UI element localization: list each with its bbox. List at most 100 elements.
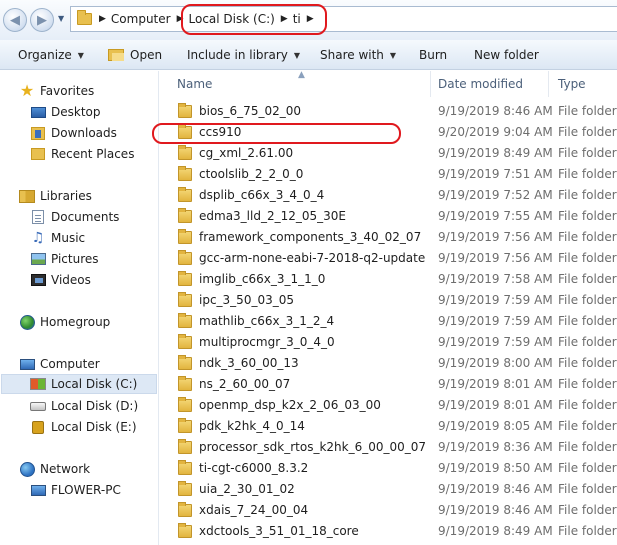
nav-label: Recent Places	[51, 147, 135, 161]
open-button[interactable]: Open	[108, 48, 162, 62]
table-row[interactable]: xdais_7_24_00_04 9/19/2019 8:46 AM File fo…	[159, 500, 617, 521]
table-row[interactable]: bios_6_75_02_00 9/19/2019 8:46 AM File fol…	[159, 101, 617, 122]
file-date-modified: 9/19/2019 7:59 AM	[438, 335, 553, 349]
folder-icon	[178, 313, 192, 328]
nav-music[interactable]: ♫ Music	[30, 228, 85, 248]
file-name: cg_xml_2.61.00	[199, 146, 294, 160]
file-date-modified: 9/19/2019 7:59 AM	[438, 314, 553, 328]
table-row[interactable]: cg_xml_2.61.00 9/19/2019 8:49 AM File fold…	[159, 143, 617, 164]
nav-label: Music	[51, 231, 86, 245]
libraries-icon	[19, 189, 35, 203]
command-bar: Organize ▼ Open Include in library ▼ Share…	[0, 40, 617, 70]
share-with-label: Share with	[320, 48, 384, 62]
chevron-right-icon[interactable]: ▶	[307, 14, 314, 24]
table-row[interactable]: pdk_k2hk_4_0_14 9/19/2019 8:05 AM File fol…	[159, 416, 617, 437]
burn-button[interactable]: Burn	[419, 48, 447, 62]
breadcrumb-ti[interactable]: ti	[293, 12, 301, 26]
table-row[interactable]: dsplib_c66x_3_4_0_4 9/19/2019 7:52 AM File…	[159, 185, 617, 206]
file-name: edma3_lld_2_12_05_30E	[199, 209, 346, 223]
file-date-modified: 9/19/2019 7:58 AM	[438, 272, 553, 286]
share-with-button[interactable]: Share with ▼	[320, 48, 396, 62]
nav-computer[interactable]: Computer	[19, 354, 100, 374]
file-date-modified: 9/19/2019 8:00 AM	[438, 356, 553, 370]
chevron-right-icon[interactable]: ▶	[177, 14, 184, 24]
table-row[interactable]: xdctools_3_51_01_18_core 9/19/2019 8:49 A…	[159, 521, 617, 542]
table-row[interactable]: imglib_c66x_3_1_1_0 9/19/2019 7:58 AM File…	[159, 269, 617, 290]
back-button[interactable]: ◀	[3, 8, 27, 32]
table-row[interactable]: ndk_3_60_00_13 9/19/2019 8:00 AM File fold…	[159, 353, 617, 374]
nav-desktop[interactable]: Desktop	[30, 102, 101, 122]
file-type: File folder	[558, 482, 617, 496]
table-row[interactable]: multiprocmgr_3_0_4_0 9/19/2019 7:59 AM Fil…	[159, 332, 617, 353]
file-name: mathlib_c66x_3_1_2_4	[199, 314, 335, 328]
computer-icon	[19, 358, 35, 370]
column-name[interactable]: Name	[177, 77, 212, 91]
nav-documents[interactable]: Documents	[30, 207, 119, 227]
column-date-modified[interactable]: Date modified	[438, 77, 523, 91]
table-row[interactable]: ti-cgt-c6000_8.3.2 9/19/2019 8:50 AM File …	[159, 458, 617, 479]
forward-button[interactable]: ▶	[30, 8, 54, 32]
nav-favorites[interactable]: ★ Favorites	[19, 81, 94, 101]
nav-pictures[interactable]: Pictures	[30, 249, 99, 269]
nav-local-disk-e[interactable]: Local Disk (E:)	[30, 417, 137, 437]
forward-arrow-icon: ▶	[37, 12, 47, 28]
file-name: bios_6_75_02_00	[199, 104, 301, 118]
file-name: ctoolslib_2_2_0_0	[199, 167, 304, 181]
file-date-modified: 9/19/2019 7:52 AM	[438, 188, 553, 202]
nav-libraries[interactable]: Libraries	[19, 186, 92, 206]
nav-label: Computer	[40, 357, 100, 371]
locked-drive-icon	[32, 420, 44, 434]
table-row[interactable]: openmp_dsp_k2x_2_06_03_00 9/19/2019 8:01 …	[159, 395, 617, 416]
nav-flower-pc[interactable]: FLOWER-PC	[30, 480, 121, 500]
star-icon: ★	[19, 81, 35, 100]
file-name: ns_2_60_00_07	[199, 377, 291, 391]
table-row[interactable]: ccs910 9/20/2019 9:04 AM File folder	[159, 122, 617, 143]
chevron-right-icon[interactable]: ▶	[281, 14, 288, 24]
nav-local-disk-c[interactable]: Local Disk (C:)	[1, 374, 157, 394]
file-name: xdctools_3_51_01_18_core	[199, 524, 359, 538]
chevron-down-icon: ▼	[389, 50, 397, 60]
table-row[interactable]: framework_components_3_40_02_07 9/19/2019…	[159, 227, 617, 248]
nav-network[interactable]: Network	[19, 459, 90, 479]
table-row[interactable]: ns_2_60_00_07 9/19/2019 8:01 AM File folde…	[159, 374, 617, 395]
file-date-modified: 9/19/2019 8:46 AM	[438, 503, 553, 517]
folder-icon	[178, 292, 192, 307]
file-type: File folder	[558, 104, 617, 118]
file-date-modified: 9/19/2019 8:50 AM	[438, 461, 553, 475]
file-name: uia_2_30_01_02	[199, 482, 295, 496]
organize-button[interactable]: Organize ▼	[18, 48, 84, 62]
table-row[interactable]: gcc-arm-none-eabi-7-2018-q2-update 9/19/2…	[159, 248, 617, 269]
breadcrumb[interactable]: ▶ Computer ▶ Local Disk (C:) ▶ ti ▶	[70, 6, 617, 32]
nav-downloads[interactable]: Downloads	[30, 123, 117, 143]
table-row[interactable]: edma3_lld_2_12_05_30E 9/19/2019 7:55 AM Fi…	[159, 206, 617, 227]
table-row[interactable]: mathlib_c66x_3_1_2_4 9/19/2019 7:59 AM Fil…	[159, 311, 617, 332]
file-name: gcc-arm-none-eabi-7-2018-q2-update	[199, 251, 426, 265]
chevron-right-icon[interactable]: ▶	[99, 14, 106, 24]
breadcrumb-computer[interactable]: Computer	[111, 12, 171, 26]
folder-icon	[178, 481, 192, 496]
table-row[interactable]: ipc_3_50_03_05 9/19/2019 7:59 AM File fold…	[159, 290, 617, 311]
nav-label: Downloads	[51, 126, 117, 140]
nav-local-disk-d[interactable]: Local Disk (D:)	[30, 396, 138, 416]
nav-label: Local Disk (D:)	[51, 399, 139, 413]
new-folder-button[interactable]: New folder	[474, 48, 539, 62]
nav-homegroup[interactable]: Homegroup	[19, 312, 110, 332]
file-date-modified: 9/20/2019 9:04 AM	[438, 125, 553, 139]
table-row[interactable]: ctoolslib_2_2_0_0 9/19/2019 7:51 AM File f…	[159, 164, 617, 185]
file-type: File folder	[558, 377, 617, 391]
nav-videos[interactable]: Videos	[30, 270, 91, 290]
file-type: File folder	[558, 293, 617, 307]
breadcrumb-local-disk-c[interactable]: Local Disk (C:)	[189, 12, 275, 26]
file-name: xdais_7_24_00_04	[199, 503, 309, 517]
file-date-modified: 9/19/2019 8:46 AM	[438, 104, 553, 118]
recent-pages-chevron-icon[interactable]: ▼	[58, 14, 64, 23]
nav-recent-places[interactable]: Recent Places	[30, 144, 134, 164]
include-in-library-button[interactable]: Include in library ▼	[187, 48, 300, 62]
column-divider[interactable]	[548, 71, 549, 97]
file-date-modified: 9/19/2019 8:49 AM	[438, 146, 553, 160]
column-type[interactable]: Type	[558, 77, 586, 91]
table-row[interactable]: uia_2_30_01_02 9/19/2019 8:46 AM File fold…	[159, 479, 617, 500]
column-divider[interactable]	[430, 71, 431, 97]
file-date-modified: 9/19/2019 7:56 AM	[438, 251, 553, 265]
table-row[interactable]: processor_sdk_rtos_k2hk_6_00_00_07 9/19/2…	[159, 437, 617, 458]
